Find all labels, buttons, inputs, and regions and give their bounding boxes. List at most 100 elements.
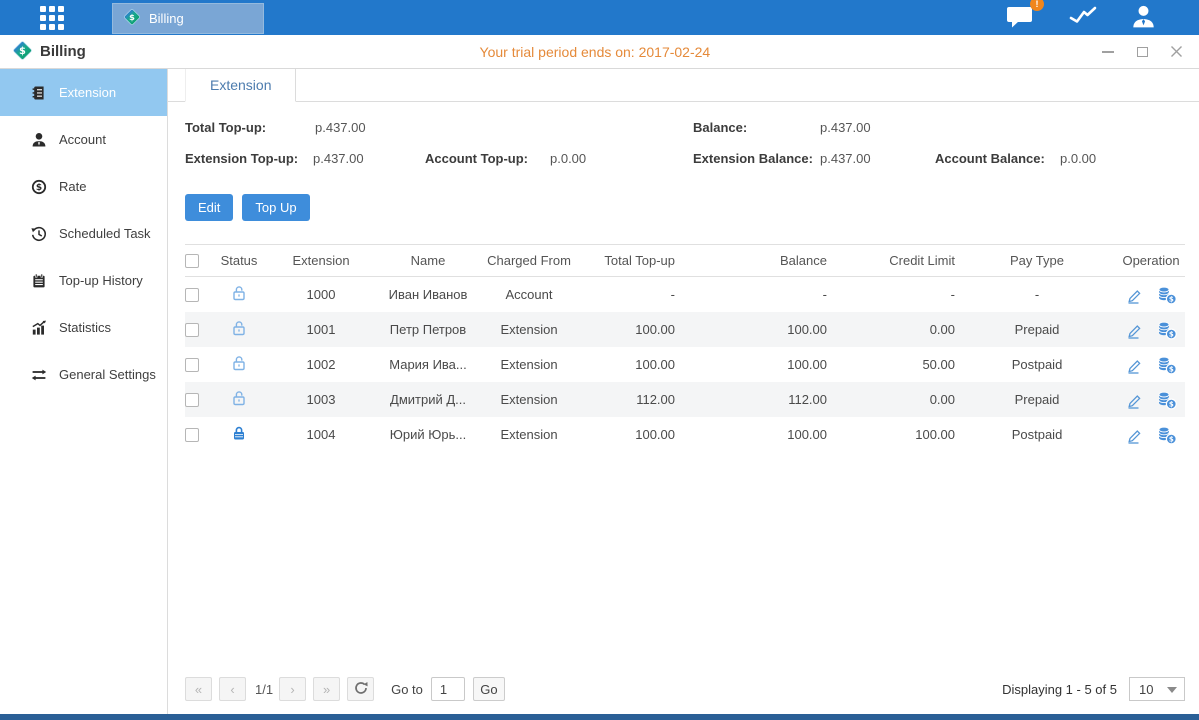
tab-extension[interactable]: Extension	[185, 69, 296, 102]
cell-credit-limit: 100.00	[829, 427, 957, 442]
edit-extension-icon[interactable]	[1125, 356, 1143, 374]
top-up-coins-icon[interactable]: $	[1157, 320, 1177, 340]
edit-extension-icon[interactable]	[1125, 286, 1143, 304]
row-checkbox[interactable]	[185, 358, 199, 372]
cell-balance: 100.00	[679, 322, 829, 337]
close-icon[interactable]	[1169, 45, 1183, 59]
sidebar-item-extension[interactable]: Extension	[0, 69, 167, 116]
trial-period-message: Your trial period ends on: 2017-02-24	[480, 44, 711, 60]
general-settings-icon	[30, 366, 47, 383]
window-bottom-edge	[0, 714, 1199, 720]
cell-credit-limit: -	[829, 287, 957, 302]
refresh-button[interactable]	[347, 677, 374, 701]
cell-name: Дмитрий Д...	[377, 392, 479, 407]
top-up-coins-icon[interactable]: $	[1157, 285, 1177, 305]
sidebar-item-label: Extension	[59, 85, 116, 100]
next-page-button[interactable]: ›	[279, 677, 306, 701]
cell-extension: 1000	[265, 287, 377, 302]
first-page-button[interactable]: «	[185, 677, 212, 701]
account-topup-value: p.0.00	[550, 151, 586, 166]
row-checkbox[interactable]	[185, 393, 199, 407]
topbar: $ Billing !	[0, 0, 1199, 35]
sidebar-item-scheduled-task[interactable]: Scheduled Task	[0, 210, 167, 257]
sidebar-item-label: Scheduled Task	[59, 226, 151, 241]
main-content: Extension Total Top-up: p.437.00 Balance…	[168, 69, 1199, 714]
cell-charged-from: Extension	[479, 322, 579, 337]
col-name: Name	[377, 253, 479, 268]
topup-history-icon	[30, 272, 47, 289]
app-tab-billing[interactable]: $ Billing	[112, 3, 264, 34]
cell-name: Мария Ива...	[377, 357, 479, 372]
user-menu-button[interactable]	[1130, 4, 1157, 32]
top-up-coins-icon[interactable]: $	[1157, 390, 1177, 410]
table-row: 1003 Дмитрий Д... Extension 112.00 112.0…	[185, 382, 1185, 417]
edit-button[interactable]: Edit	[185, 194, 233, 221]
cell-extension: 1003	[265, 392, 377, 407]
last-page-button[interactable]: »	[313, 677, 340, 701]
cell-balance: 100.00	[679, 357, 829, 372]
lock-open-icon	[231, 320, 247, 339]
select-all-checkbox[interactable]	[185, 254, 199, 268]
monitor-button[interactable]	[1068, 4, 1098, 31]
table-row: 1001 Петр Петров Extension 100.00 100.00…	[185, 312, 1185, 347]
edit-extension-icon[interactable]	[1125, 426, 1143, 444]
balance-summary: Total Top-up: p.437.00 Balance: p.437.00…	[168, 102, 1199, 194]
sidebar-item-label: Statistics	[59, 320, 111, 335]
top-up-coins-icon[interactable]: $	[1157, 355, 1177, 375]
action-buttons: Edit Top Up	[168, 194, 1199, 221]
cell-charged-from: Extension	[479, 357, 579, 372]
edit-extension-icon[interactable]	[1125, 391, 1143, 409]
sidebar-item-general-settings[interactable]: General Settings	[0, 351, 167, 398]
account-balance-value: p.0.00	[1060, 151, 1096, 166]
row-checkbox[interactable]	[185, 428, 199, 442]
extension-topup-label: Extension Top-up:	[185, 151, 298, 166]
cell-pay-type: -	[957, 287, 1117, 302]
col-total-topup: Total Top-up	[579, 253, 679, 268]
lock-open-icon	[231, 355, 247, 374]
cell-balance: 112.00	[679, 392, 829, 407]
sidebar-item-topup-history[interactable]: Top-up History	[0, 257, 167, 304]
sidebar-item-statistics[interactable]: Statistics	[0, 304, 167, 351]
page-size-select[interactable]: 10	[1129, 677, 1185, 701]
total-topup-label: Total Top-up:	[185, 120, 266, 135]
col-charged-from: Charged From	[479, 253, 579, 268]
svg-text:$: $	[35, 183, 41, 193]
cell-total-topup: 100.00	[579, 322, 679, 337]
sidebar-item-label: General Settings	[59, 367, 156, 382]
cell-total-topup: 100.00	[579, 357, 679, 372]
line-chart-icon	[1068, 4, 1098, 31]
extension-balance-label: Extension Balance:	[693, 151, 813, 166]
edit-extension-icon[interactable]	[1125, 321, 1143, 339]
rate-icon: $	[30, 178, 47, 195]
cell-charged-from: Account	[479, 287, 579, 302]
goto-page-input[interactable]	[431, 677, 465, 701]
user-icon	[1130, 4, 1157, 32]
svg-text:$: $	[129, 12, 135, 22]
sidebar-item-rate[interactable]: $ Rate	[0, 163, 167, 210]
col-credit-limit: Credit Limit	[829, 253, 957, 268]
cell-extension: 1001	[265, 322, 377, 337]
cell-credit-limit: 0.00	[829, 322, 957, 337]
notifications-button[interactable]: !	[1006, 4, 1036, 32]
sidebar: Extension Account $ Rate Scheduled Task	[0, 69, 168, 714]
minimize-icon[interactable]	[1101, 45, 1115, 59]
cell-name: Иван Иванов	[377, 287, 479, 302]
sidebar-item-account[interactable]: Account	[0, 116, 167, 163]
row-checkbox[interactable]	[185, 288, 199, 302]
go-button[interactable]: Go	[473, 677, 505, 701]
billing-window: $ Billing !	[0, 0, 1199, 720]
svg-text:$: $	[19, 46, 26, 57]
top-up-coins-icon[interactable]: $	[1157, 425, 1177, 445]
top-up-button[interactable]: Top Up	[242, 194, 309, 221]
col-status: Status	[213, 253, 265, 268]
svg-text:$: $	[1169, 330, 1174, 338]
cell-name: Петр Петров	[377, 322, 479, 337]
row-checkbox[interactable]	[185, 323, 199, 337]
app-menu-icon[interactable]	[36, 2, 68, 34]
prev-page-button[interactable]: ‹	[219, 677, 246, 701]
maximize-icon[interactable]	[1135, 45, 1149, 59]
billing-diamond-icon: $	[123, 8, 141, 29]
statistics-icon	[30, 319, 47, 336]
extension-topup-value: p.437.00	[313, 151, 364, 166]
refresh-icon	[354, 681, 368, 698]
